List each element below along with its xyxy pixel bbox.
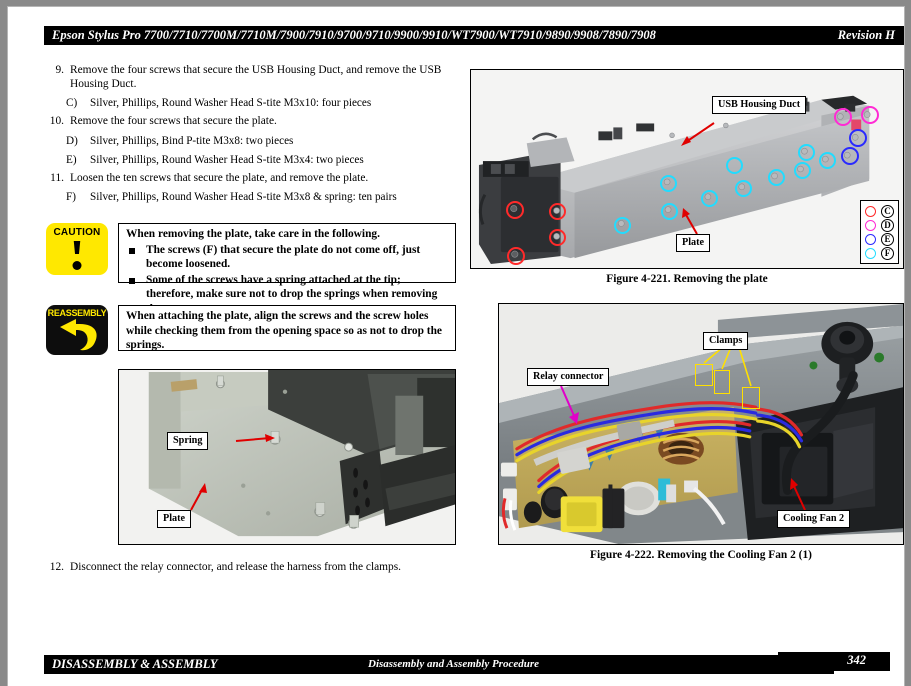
legend-letter-d: D — [881, 218, 894, 232]
reassembly-icon-label: REASSEMBLY — [47, 308, 107, 318]
callout-spring: Spring — [167, 432, 209, 450]
legend-ring-f-icon — [865, 247, 876, 259]
screw-legend: C D E F — [860, 200, 899, 264]
callout-plate-left: Plate — [157, 510, 192, 528]
figure-4-222-annotations — [560, 346, 806, 511]
substep-e: E) Silver, Phillips, Round Washer Head S… — [44, 153, 450, 167]
header-title: Epson Stylus Pro 7700/7710/7700M/7710M/7… — [52, 28, 656, 42]
figure-4-221-caption: Figure 4-221. Removing the plate — [606, 273, 768, 285]
step-9-text: Remove the four screws that secure the U… — [70, 64, 442, 91]
substep-e-label: E) — [66, 153, 77, 166]
substep-c-label: C) — [66, 97, 78, 110]
exclamation-bar-icon — [73, 241, 81, 254]
substep-c-text: Silver, Phillips, Round Washer Head S-ti… — [90, 97, 372, 110]
caution-lead: When removing the plate, take care in th… — [126, 228, 380, 240]
document-page: Epson Stylus Pro 7700/7710/7700M/7710M/7… — [8, 7, 904, 686]
reassembly-body: When attaching the plate, align the scre… — [118, 305, 456, 351]
substep-e-text: Silver, Phillips, Round Washer Head S-ti… — [90, 153, 364, 166]
legend-ring-e-icon — [865, 233, 876, 245]
procedure-steps: 9. Remove the four screws that secure th… — [44, 63, 450, 208]
substep-f-text: Silver, Phillips, Round Washer Head S-ti… — [90, 190, 397, 203]
substep-c: C) Silver, Phillips, Round Washer Head S… — [44, 96, 450, 110]
substep-d-text: Silver, Phillips, Bind P-tite M3x8: two … — [90, 134, 294, 147]
caution-body: When removing the plate, take care in th… — [118, 223, 456, 315]
figure-4-222-caption: Figure 4-222. Removing the Cooling Fan 2… — [590, 549, 812, 561]
page-header: Epson Stylus Pro 7700/7710/7700M/7710M/7… — [44, 26, 904, 45]
step-9: 9. Remove the four screws that secure th… — [44, 63, 450, 91]
legend-row-e: E — [865, 232, 894, 246]
substep-f-label: F) — [66, 190, 76, 203]
legend-ring-d-icon — [865, 219, 876, 231]
callout-cooling-fan-2: Cooling Fan 2 — [777, 510, 851, 528]
step-12-text: Disconnect the relay connector, and rele… — [70, 561, 402, 573]
callout-usb-housing-duct: USB Housing Duct — [712, 96, 807, 114]
step-12-number: 12. — [49, 561, 64, 573]
caution-bullet-1-text: The screws (F) that secure the plate do … — [146, 243, 421, 271]
legend-row-f: F — [865, 246, 894, 260]
figure-plate-photo: Spring Plate — [118, 369, 456, 545]
legend-letter-c: C — [881, 204, 894, 218]
substep-d-label: D) — [66, 134, 78, 147]
step-10-number: 10. — [49, 115, 64, 128]
callout-plate: Plate — [676, 234, 711, 252]
figure-4-221: USB Housing Duct Plate C D E F — [470, 69, 904, 269]
reassembly-icon: REASSEMBLY — [46, 305, 108, 355]
step-11-number: 11. — [50, 171, 64, 184]
step-11: 11. Loosen the ten screws that secure th… — [44, 171, 450, 185]
figure-4-222: Clamps Relay connector Cooling Fan 2 — [498, 303, 904, 545]
footer-section-label: DISASSEMBLY & ASSEMBLY — [52, 657, 218, 671]
curved-arrow-icon — [60, 319, 97, 351]
callout-clamps: Clamps — [703, 332, 749, 350]
bullet-square-icon — [129, 277, 135, 284]
step-10-text: Remove the four screws that secure the p… — [70, 115, 277, 128]
substep-f: F) Silver, Phillips, Round Washer Head S… — [44, 190, 450, 204]
legend-row-c: C — [865, 204, 894, 218]
caution-bullet-1: The screws (F) that secure the plate do … — [126, 243, 449, 272]
footer-subsection-label: Disassembly and Assembly Procedure — [368, 658, 539, 670]
bullet-square-icon — [129, 247, 135, 254]
page-footer-number-bar — [778, 652, 890, 671]
legend-letter-f: F — [881, 246, 894, 260]
header-revision: Revision H — [837, 28, 895, 42]
footer-page-number: 342 — [847, 653, 866, 667]
callout-relay-connector: Relay connector — [527, 368, 610, 386]
step-9-number: 9. — [55, 64, 64, 76]
substep-d: D) Silver, Phillips, Bind P-tite M3x8: t… — [44, 134, 450, 148]
step-12: 12. Disconnect the relay connector, and … — [44, 560, 464, 574]
reassembly-text: When attaching the plate, align the scre… — [126, 310, 442, 352]
caution-icon: CAUTION — [46, 223, 108, 275]
step-10: 10. Remove the four screws that secure t… — [44, 114, 450, 128]
legend-letter-e: E — [881, 232, 894, 246]
legend-ring-c-icon — [865, 205, 876, 217]
caution-icon-label: CAUTION — [53, 227, 101, 238]
exclamation-dot-icon — [72, 261, 82, 270]
legend-row-d: D — [865, 218, 894, 232]
step-11-text: Loosen the ten screws that secure the pl… — [70, 171, 369, 184]
